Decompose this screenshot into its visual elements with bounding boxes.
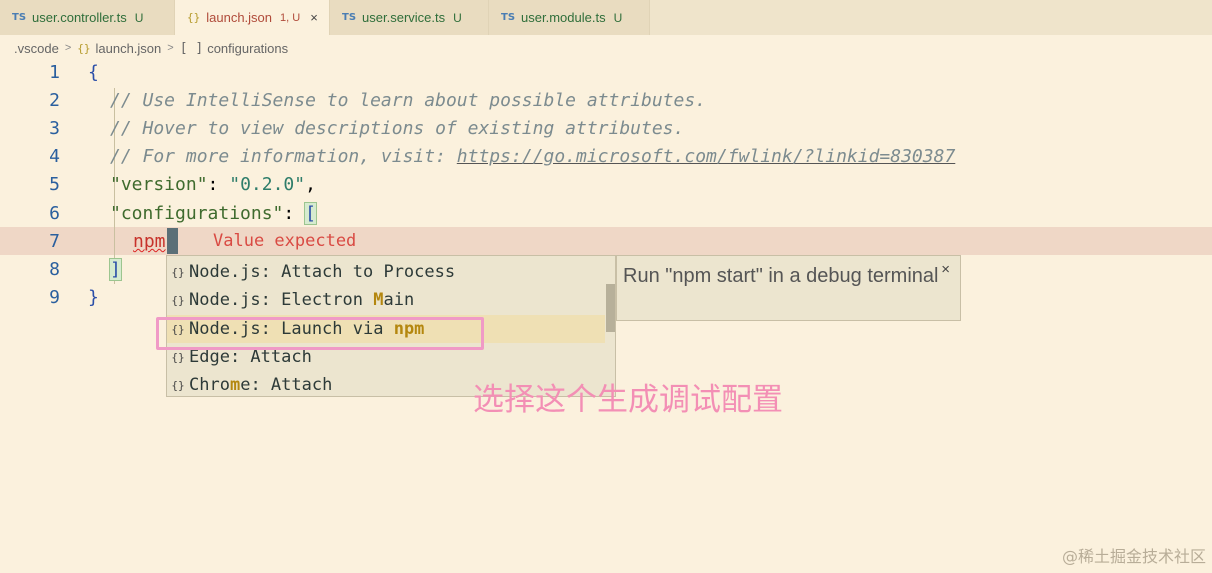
suggest-details-panel: Run "npm start" in a debug terminal × — [616, 255, 961, 321]
suggestion-label: Edge: Attach — [189, 347, 312, 367]
tab-status: U — [613, 10, 623, 25]
tab-status: U — [453, 10, 462, 25]
snippet-icon: {} — [171, 378, 185, 392]
bracket-match: ] — [109, 258, 122, 281]
breadcrumb-folder[interactable]: .vscode — [14, 41, 59, 56]
line-number: 5 — [49, 174, 60, 195]
bracket-match: [ — [304, 202, 317, 225]
chevron-right-icon: > — [64, 42, 72, 54]
suggestion-label: Node.js: Attach to Process — [189, 262, 456, 282]
close-icon[interactable]: × — [310, 10, 318, 25]
json-comma: , — [305, 174, 316, 195]
suggest-scrollbar[interactable] — [606, 284, 615, 332]
tab-divider — [649, 0, 650, 35]
tab-user-module[interactable]: TS user.module.ts U — [489, 0, 649, 35]
json-key: "configurations" — [110, 203, 284, 224]
suggestion-item[interactable]: {} Node.js: Electron Main — [167, 286, 605, 314]
code-editor[interactable]: 1 2 3 4 5 6 7 8 9 { // Use IntelliSense … — [0, 58, 1212, 573]
current-line-highlight — [0, 227, 1212, 255]
tab-status: U — [134, 10, 144, 25]
line-number: 9 — [49, 287, 60, 308]
code-line-2: // Use IntelliSense to learn about possi… — [110, 90, 707, 111]
error-message: Value expected — [213, 231, 357, 251]
typescript-icon: TS — [501, 12, 516, 23]
json-colon: : — [283, 203, 306, 224]
suggestion-match: M — [373, 290, 384, 310]
tab-launch-json[interactable]: {} launch.json 1, U × — [175, 0, 329, 35]
doc-link[interactable]: https://go.microsoft.com/fwlink/?linkid=… — [457, 146, 956, 167]
code-line-9: } — [88, 287, 99, 308]
annotation-highlight-box — [156, 317, 484, 350]
typescript-icon: TS — [12, 12, 27, 23]
line-number: 3 — [49, 118, 60, 139]
comment-text: // For more information, visit: — [110, 146, 457, 167]
code-line-5: "version": "0.2.0", — [110, 174, 316, 195]
json-value: "0.2.0" — [229, 174, 306, 195]
code-line-3: // Hover to view descriptions of existin… — [110, 118, 685, 139]
annotation-text: 选择这个生成调试配置 — [473, 382, 783, 418]
breadcrumb-symbol[interactable]: configurations — [207, 41, 288, 56]
suggestion-match: m — [229, 375, 241, 395]
tab-status: 1, U — [280, 11, 301, 24]
tab-user-controller[interactable]: TS user.controller.ts U — [0, 0, 174, 35]
suggestion-label: Chro — [189, 375, 230, 395]
tab-user-service[interactable]: TS user.service.ts U — [330, 0, 488, 35]
breadcrumb-file[interactable]: launch.json — [96, 41, 162, 56]
snippet-icon: {} — [171, 265, 185, 279]
close-icon[interactable]: × — [941, 256, 950, 284]
line-number: 2 — [49, 90, 60, 111]
suggestion-label-rest: ain — [383, 290, 415, 310]
chevron-right-icon: > — [167, 42, 174, 54]
json-icon: {} — [77, 41, 91, 55]
code-line-6: "configurations": [ — [110, 202, 317, 225]
code-line-7: npm — [133, 231, 166, 252]
tab-label: user.service.ts — [362, 10, 446, 25]
json-icon: {} — [187, 11, 201, 24]
suggestion-label: Node.js: Electron — [189, 290, 374, 310]
array-icon: [ ] — [179, 40, 204, 56]
snippet-icon: {} — [171, 350, 185, 364]
snippet-icon: {} — [171, 293, 185, 307]
tab-label: user.module.ts — [521, 10, 606, 25]
line-number: 1 — [49, 62, 60, 83]
json-colon: : — [207, 174, 230, 195]
tab-label: user.controller.ts — [32, 10, 127, 25]
code-line-1: { — [88, 62, 99, 83]
breadcrumb: .vscode > {} launch.json > [ ] configura… — [14, 39, 288, 57]
typescript-icon: TS — [342, 12, 357, 23]
line-number: 4 — [49, 146, 60, 167]
line-number: 8 — [49, 259, 60, 280]
watermark: @稀土掘金技术社区 — [1061, 547, 1206, 566]
suggestion-item[interactable]: {} Node.js: Attach to Process — [167, 258, 605, 286]
line-number: 7 — [49, 231, 60, 252]
code-line-4: // For more information, visit: https://… — [110, 146, 955, 167]
tab-label: launch.json — [206, 10, 273, 25]
suggestion-label-rest: e: Attach — [240, 375, 333, 395]
json-key: "version" — [110, 174, 208, 195]
text-cursor — [167, 228, 178, 254]
error-token: npm — [133, 231, 166, 252]
suggest-detail-text: Run "npm start" in a debug terminal — [623, 265, 939, 287]
tab-bar: TS user.controller.ts U {} launch.json 1… — [0, 0, 1212, 35]
line-number: 6 — [49, 203, 60, 224]
